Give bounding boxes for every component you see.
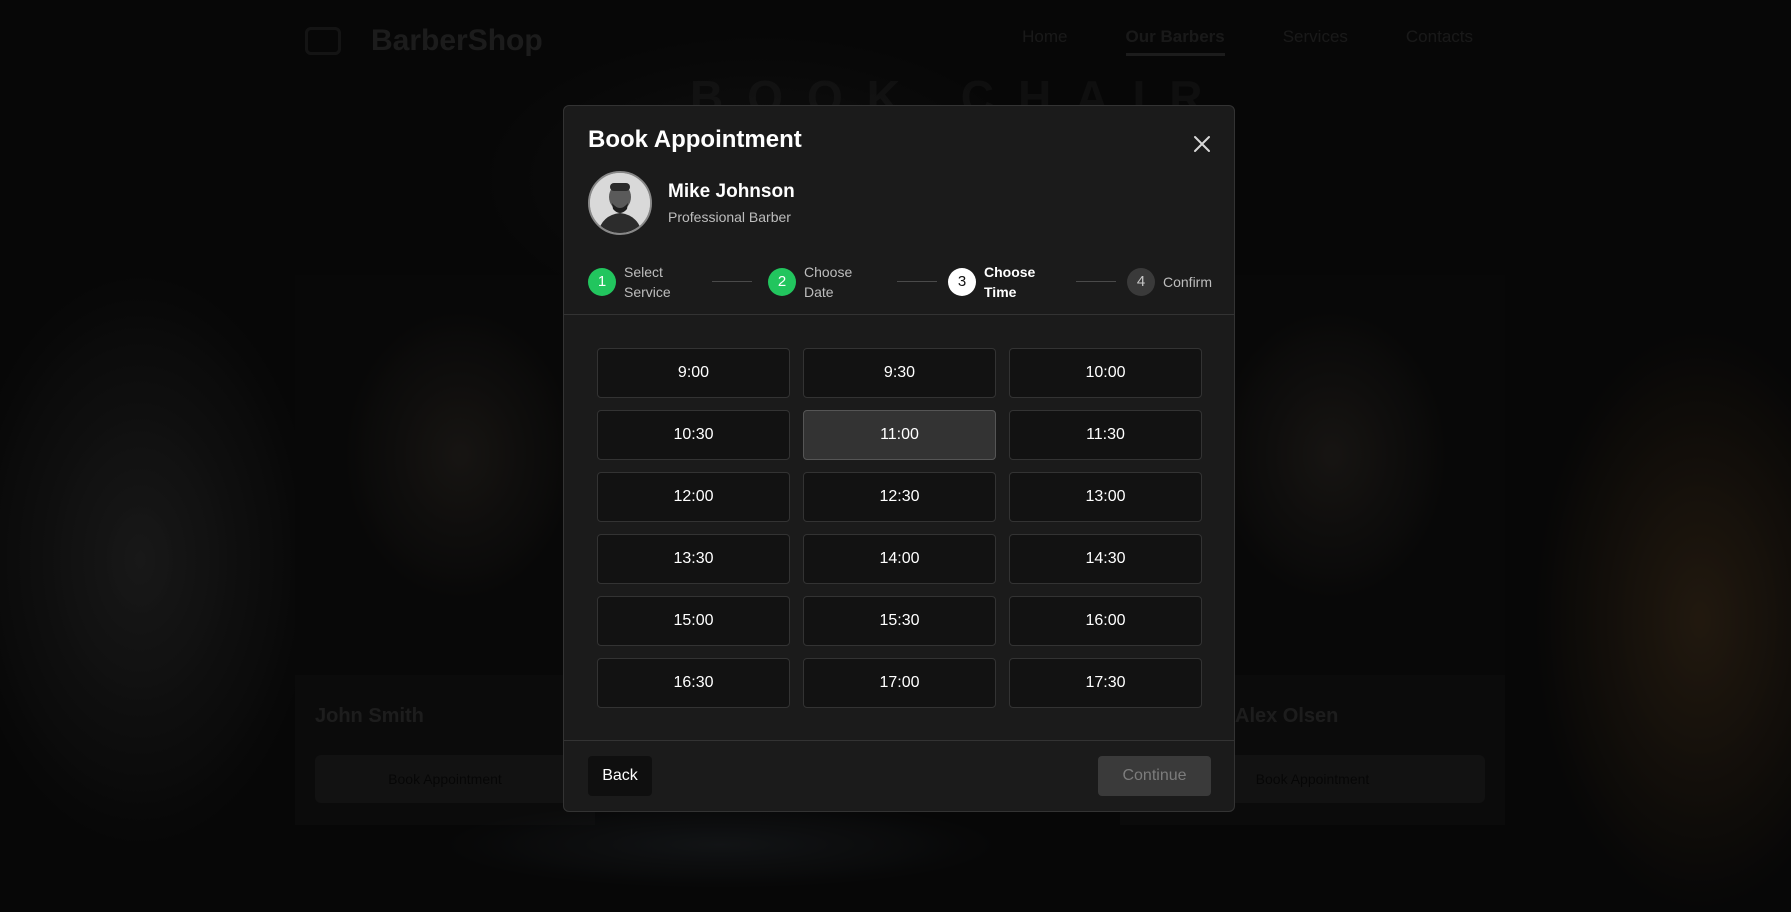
time-slot-button[interactable]: 16:30 [597,658,790,708]
step-label-line: Choose [984,263,1036,280]
time-slot-button[interactable]: 9:00 [597,348,790,398]
time-slot-grid: 9:00 9:30 10:00 10:30 11:00 11:30 12:00 12:30 13… [597,348,1202,708]
time-slot-button[interactable]: 17:00 [803,658,996,708]
step-label: Choose Date [804,262,852,302]
step-select-service: 1 Select Service [588,259,671,304]
time-slot-button[interactable]: 10:30 [597,410,790,460]
time-slot-button[interactable]: 9:30 [803,348,996,398]
step-choose-time: 3 Choose Time [948,259,1035,304]
booking-stepper: 1 Select Service 2 Choose Date 3 Choose … [588,259,1212,304]
time-slot-button[interactable]: 17:30 [1009,658,1202,708]
time-slot-button[interactable]: 10:00 [1009,348,1202,398]
booking-modal: Book Appointment Mike Johnson Profession… [563,105,1235,812]
time-slot-button[interactable]: 11:00 [803,410,996,460]
barber-name: Mike Johnson [668,181,795,202]
time-slot-button[interactable]: 14:00 [803,534,996,584]
time-slot-button[interactable]: 16:00 [1009,596,1202,646]
avatar [588,171,652,235]
step-number: 2 [768,267,796,296]
step-number: 1 [588,267,616,296]
step-choose-date: 2 Choose Date [768,259,852,304]
step-label: Confirm [1163,273,1213,290]
step-connector [897,281,937,282]
modal-title: Book Appointment [588,126,802,153]
time-slot-button[interactable]: 15:30 [803,596,996,646]
step-label-line: Service [624,283,671,300]
time-slot-button[interactable]: 13:30 [597,534,790,584]
step-label: Choose Time [984,262,1035,302]
close-icon [1194,136,1210,152]
step-label: Select Service [624,262,671,302]
barber-role: Professional Barber [668,209,791,225]
time-slot-button[interactable]: 12:00 [597,472,790,522]
time-slot-button[interactable]: 11:30 [1009,410,1202,460]
step-label-line: Select [624,263,663,280]
close-button[interactable] [1184,126,1220,162]
divider [564,740,1234,741]
step-connector [1076,281,1116,282]
step-label-line: Choose [804,263,853,280]
step-confirm: 4 Confirm [1127,259,1212,304]
step-label-line: Time [984,283,1017,300]
back-button[interactable]: Back [588,756,652,796]
continue-button[interactable]: Continue [1098,756,1211,796]
step-connector [712,281,752,282]
time-slot-button[interactable]: 14:30 [1009,534,1202,584]
step-label-line: Date [804,283,834,300]
time-slot-button[interactable]: 12:30 [803,472,996,522]
barber-info: Mike Johnson Professional Barber [588,171,795,235]
divider [564,314,1234,315]
time-slot-button[interactable]: 15:00 [597,596,790,646]
step-number: 4 [1127,267,1155,296]
step-number: 3 [948,267,976,296]
time-slot-button[interactable]: 13:00 [1009,472,1202,522]
